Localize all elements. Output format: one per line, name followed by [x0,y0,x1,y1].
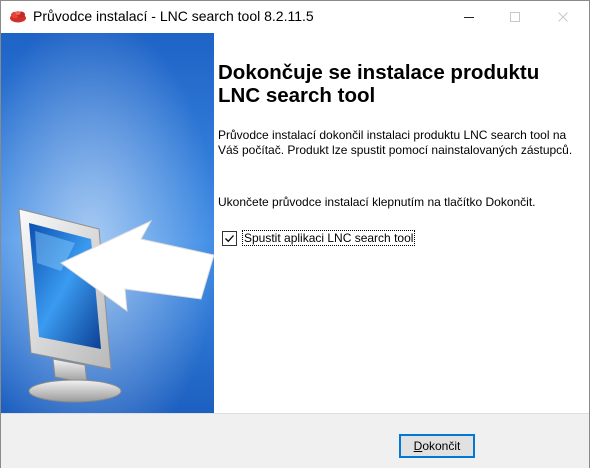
title-bar[interactable]: Průvodce instalací - LNC search tool 8.2… [1,1,589,32]
finish-button-accelerator: D [413,439,423,453]
finish-instruction: Ukončete průvodce instalací klepnutím na… [218,195,536,209]
finish-button[interactable]: Dokončit [399,434,475,458]
window-title: Průvodce instalací - LNC search tool 8.2… [33,8,314,24]
close-button[interactable] [541,1,585,32]
minimize-icon [464,16,474,18]
page-heading: Dokončuje se instalace produktu LNC sear… [218,61,540,107]
wizard-banner [1,33,214,413]
checkmark-icon [225,234,234,242]
monitor-with-arrow-illustration [1,33,214,413]
minimize-button[interactable] [447,1,491,32]
maximize-button[interactable] [493,1,537,32]
wizard-content: Dokončuje se instalace produktu LNC sear… [214,33,589,413]
finish-button-label: okončit [422,439,461,453]
app-logo-icon [9,9,27,23]
button-bar: Dokončit [1,413,589,468]
launch-app-checkbox[interactable] [222,230,237,246]
completion-message: Průvodce instalací dokončil instalaci pr… [218,128,573,157]
maximize-icon [510,11,520,22]
launch-app-option[interactable]: Spustit aplikaci LNC search tool [222,230,416,246]
close-icon [558,11,568,22]
launch-app-label[interactable]: Spustit aplikaci LNC search tool [241,230,416,246]
installer-window: Průvodce instalací - LNC search tool 8.2… [0,0,590,468]
